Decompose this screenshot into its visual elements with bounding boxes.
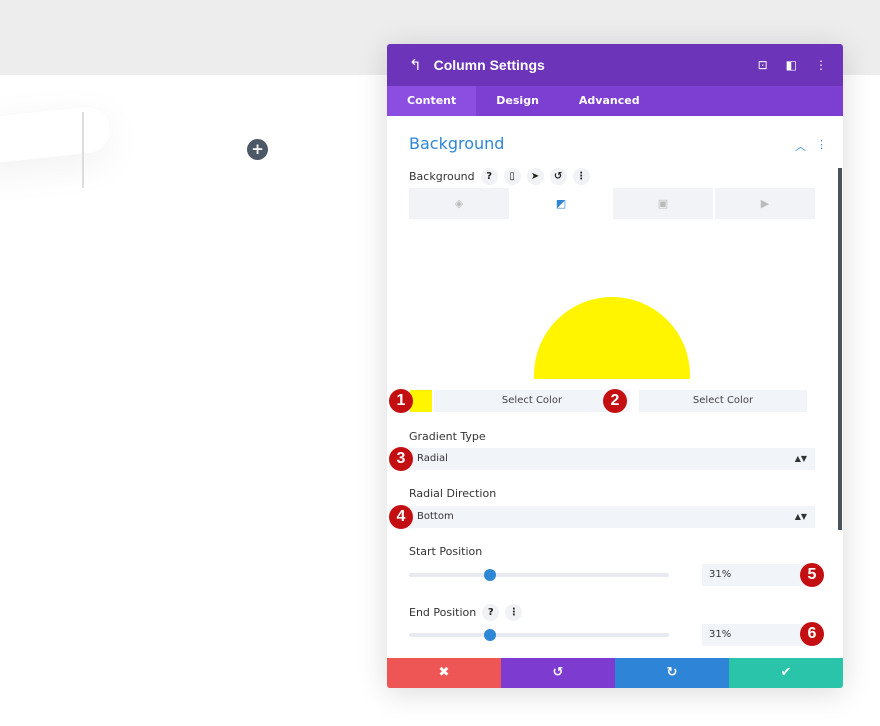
- more-options-icon[interactable]: ⋮: [815, 58, 827, 72]
- radial-direction-value: Bottom: [417, 511, 454, 522]
- select-arrows-icon: ▲▼: [794, 512, 807, 521]
- start-position-label: Start Position: [409, 545, 483, 558]
- badge-5: 5: [800, 563, 824, 587]
- reset-icon[interactable]: ↺: [549, 168, 567, 185]
- bg-color-tab[interactable]: ◈: [409, 188, 509, 219]
- bg-gradient-tab[interactable]: ◩: [511, 188, 611, 219]
- bg-video-tab[interactable]: ▶: [715, 188, 815, 219]
- video-icon: ▶: [760, 197, 770, 210]
- paint-bucket-icon: ◈: [454, 197, 464, 210]
- canvas-element: [0, 104, 113, 166]
- back-icon[interactable]: ↰: [409, 56, 422, 74]
- fullscreen-icon[interactable]: ⊡: [758, 58, 768, 72]
- slider-thumb[interactable]: [483, 569, 496, 581]
- start-position-input[interactable]: 31%: [702, 564, 815, 586]
- tab-content[interactable]: Content: [387, 86, 477, 116]
- select-color2-button[interactable]: Select Color: [639, 390, 807, 412]
- badge-1: 1: [389, 389, 413, 413]
- redo-button[interactable]: ↻: [615, 658, 729, 688]
- radial-direction-label: Radial Direction: [409, 487, 497, 500]
- mobile-icon[interactable]: ▯: [503, 168, 521, 185]
- column-settings-panel: ↰ Column Settings ⊡ ◧ ⋮ Content Design A…: [387, 44, 843, 688]
- end-position-label: End Position: [409, 606, 477, 619]
- help-icon[interactable]: ?: [480, 168, 498, 185]
- badge-3: 3: [389, 447, 413, 471]
- plus-icon: +: [251, 140, 264, 158]
- background-label: Background: [409, 170, 475, 183]
- end-position-input[interactable]: 31%: [702, 624, 815, 646]
- slider-thumb[interactable]: [483, 629, 496, 641]
- end-position-slider[interactable]: [409, 629, 669, 641]
- options-icon[interactable]: ⋮: [505, 604, 523, 621]
- divider: [82, 112, 84, 188]
- scrollbar[interactable]: [838, 168, 842, 530]
- section-more-icon[interactable]: ⋮: [816, 138, 827, 154]
- undo-button[interactable]: ↺: [501, 658, 615, 688]
- gradient-type-select[interactable]: Radial ▲▼: [409, 448, 815, 470]
- tab-design[interactable]: Design: [476, 86, 559, 116]
- radial-direction-select[interactable]: Bottom ▲▼: [409, 506, 815, 528]
- panel-footer: ✖ ↺ ↻ ✔: [387, 658, 843, 688]
- help-icon[interactable]: ?: [482, 604, 500, 621]
- badge-6: 6: [800, 622, 824, 646]
- radial-gradient-shape: [534, 297, 690, 379]
- panel-header: ↰ Column Settings ⊡ ◧ ⋮: [387, 44, 843, 86]
- start-position-slider[interactable]: [409, 569, 669, 581]
- gradient-preview: [409, 224, 815, 379]
- bg-image-tab[interactable]: ▣: [613, 188, 713, 219]
- gradient-icon: ◩: [555, 197, 567, 210]
- gradient-type-label: Gradient Type: [409, 430, 486, 443]
- badge-2: 2: [603, 389, 627, 413]
- panel-title: Column Settings: [433, 57, 545, 73]
- image-icon: ▣: [657, 197, 669, 210]
- badge-4: 4: [389, 505, 413, 529]
- sidebar-layout-icon[interactable]: ◧: [786, 58, 797, 72]
- select-color1-button[interactable]: Select Color: [434, 390, 630, 412]
- save-button[interactable]: ✔: [729, 658, 843, 688]
- color1-swatch[interactable]: [410, 390, 432, 412]
- select-arrows-icon: ▲▼: [794, 454, 807, 463]
- add-module-button[interactable]: +: [247, 139, 268, 160]
- chevron-up-icon[interactable]: ︿: [795, 138, 806, 154]
- gradient-type-value: Radial: [417, 453, 448, 464]
- options-icon[interactable]: ⋮: [572, 168, 590, 185]
- panel-tabs: Content Design Advanced: [387, 86, 843, 116]
- section-title[interactable]: Background: [409, 134, 504, 153]
- hover-cursor-icon[interactable]: ➤: [526, 168, 544, 185]
- tab-advanced[interactable]: Advanced: [559, 86, 660, 116]
- cancel-button[interactable]: ✖: [387, 658, 501, 688]
